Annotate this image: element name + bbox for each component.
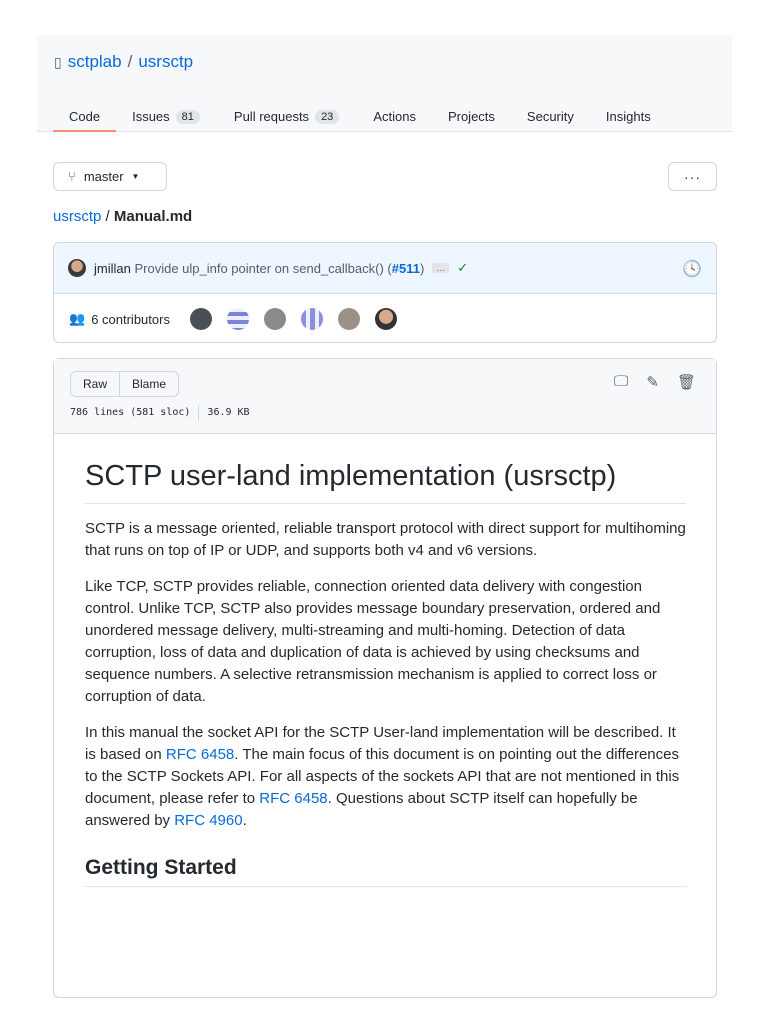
paragraph: SCTP is a message oriented, reliable tra… xyxy=(85,520,686,559)
raw-button[interactable]: Raw xyxy=(71,372,119,396)
avatar[interactable] xyxy=(300,308,323,330)
avatar[interactable] xyxy=(226,308,249,330)
file-header: Raw Blame 🖵 ✎ 🗑 786 lines (581 sloc) 36.… xyxy=(54,359,716,434)
branch-icon: ⑂ xyxy=(68,169,76,184)
history-icon[interactable]: 🕓 xyxy=(682,259,702,279)
repo-icon: ▯ xyxy=(54,53,62,70)
latest-commit: jmillan Provide ulp_info pointer on send… xyxy=(54,243,716,294)
tab-issues[interactable]: Issues 81 xyxy=(116,101,216,132)
expand-commit-button[interactable]: … xyxy=(432,263,450,273)
contributors-row: 👥 6 contributors xyxy=(54,294,716,342)
pencil-icon[interactable]: ✎ xyxy=(646,373,659,391)
breadcrumb: usrsctp / Manual.md xyxy=(53,208,193,225)
avatar[interactable] xyxy=(189,308,212,330)
issues-count: 81 xyxy=(175,109,200,124)
file-view: Raw Blame 🖵 ✎ 🗑 786 lines (581 sloc) 36.… xyxy=(53,358,717,998)
desktop-icon[interactable]: 🖵 xyxy=(614,373,628,391)
avatar[interactable] xyxy=(263,308,286,330)
caret-down-icon: ▼ xyxy=(131,172,140,181)
tab-security[interactable]: Security xyxy=(511,101,590,132)
pr-link[interactable]: #511 xyxy=(392,261,420,276)
paragraph: In this manual the socket API for the SC… xyxy=(85,724,680,829)
breadcrumb-file: Manual.md xyxy=(113,208,193,225)
avatar[interactable] xyxy=(337,308,360,330)
tab-pull-requests[interactable]: Pull requests 23 xyxy=(216,101,355,132)
commit-author[interactable]: jmillan xyxy=(94,261,131,276)
latest-commit-box: jmillan Provide ulp_info pointer on send… xyxy=(53,242,717,343)
check-icon[interactable]: ✓ xyxy=(457,260,468,276)
repo-title: ▯ sctplab / usrsctp xyxy=(54,52,194,72)
branch-select[interactable]: ⑂ master ▼ xyxy=(53,162,167,191)
repo-tabs: Code Issues 81 Pull requests 23 Actions Pr… xyxy=(53,101,667,132)
repo-name-link[interactable]: usrsctp xyxy=(138,52,193,72)
section-heading: Getting Started xyxy=(85,856,686,887)
people-icon: 👥 xyxy=(69,311,86,326)
blame-button[interactable]: Blame xyxy=(119,372,178,396)
paragraph: Like TCP, SCTP provides reliable, connec… xyxy=(85,578,661,705)
more-options-button[interactable]: ··· xyxy=(668,162,717,191)
tab-code[interactable]: Code xyxy=(53,101,117,132)
breadcrumb-repo-link[interactable]: usrsctp xyxy=(53,208,101,225)
tab-projects[interactable]: Projects xyxy=(432,101,511,132)
line-count: 786 lines (581 sloc) xyxy=(70,407,191,418)
repo-header: ▯ sctplab / usrsctp Code Issues 81 Pull r… xyxy=(37,35,732,132)
rfc-6458-link[interactable]: RFC 6458 xyxy=(259,790,327,807)
tab-insights[interactable]: Insights xyxy=(590,101,667,132)
pr-count: 23 xyxy=(315,109,340,124)
rfc-6458-link[interactable]: RFC 6458 xyxy=(166,746,234,763)
markdown-body: SCTP user-land implementation (usrsctp) … xyxy=(85,460,686,887)
file-size: 36.9 KB xyxy=(207,407,250,418)
commit-message[interactable]: Provide ulp_info pointer on send_callbac… xyxy=(134,261,391,276)
file-view-buttons: Raw Blame xyxy=(70,371,180,397)
avatar[interactable] xyxy=(68,259,86,277)
doc-title: SCTP user-land implementation (usrsctp) xyxy=(85,460,686,504)
repo-owner-link[interactable]: sctplab xyxy=(68,52,122,72)
rfc-4960-link[interactable]: RFC 4960 xyxy=(174,812,242,829)
avatar[interactable] xyxy=(374,308,397,330)
file-info: 786 lines (581 sloc) 36.9 KB xyxy=(70,405,250,421)
trash-icon[interactable]: 🗑 xyxy=(677,373,696,391)
contributors-count[interactable]: 6 contributors xyxy=(91,312,170,327)
tab-actions[interactable]: Actions xyxy=(355,101,432,132)
